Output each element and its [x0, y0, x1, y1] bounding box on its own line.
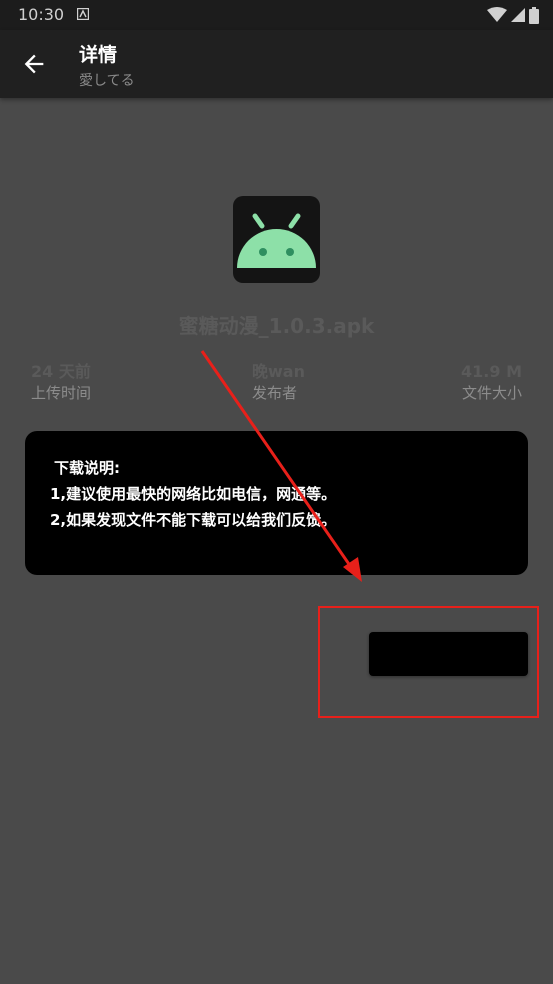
- status-bar: 10:30: [0, 0, 553, 30]
- publisher-value: 晚wan: [252, 362, 305, 381]
- notice-line-2: 2,如果发现文件不能下载可以给我们反馈。: [50, 511, 337, 529]
- info-upload-time: 24 天前 上传时间: [31, 362, 91, 404]
- notification-icon: [77, 8, 89, 20]
- upload-time-value: 24 天前: [31, 362, 91, 381]
- file-name: 蜜糖动漫_1.0.3.apk: [178, 314, 375, 338]
- notice-title: 下载说明:: [54, 459, 120, 477]
- info-file-size: 41.9 M 文件大小: [461, 362, 522, 404]
- file-size-label: 文件大小: [461, 384, 522, 402]
- annotation-highlight-box: [318, 606, 539, 718]
- upload-time-label: 上传时间: [31, 384, 92, 402]
- arrow-left-icon[interactable]: [20, 50, 48, 78]
- android-icon: [237, 213, 316, 268]
- publisher-label: 发布者: [252, 384, 298, 402]
- file-size-value: 41.9 M: [461, 362, 522, 381]
- status-icons: [487, 6, 539, 24]
- battery-icon: [529, 6, 539, 24]
- page-subtitle: 愛してる: [79, 73, 135, 89]
- wifi-icon: [487, 7, 507, 22]
- info-publisher: 晚wan 发布者: [252, 362, 305, 404]
- notice-line-1: 1,建议使用最快的网络比如电信，网通等。: [50, 485, 337, 503]
- app-bar: 详情 愛してる: [0, 30, 553, 98]
- download-notice-card: 下载说明: 1,建议使用最快的网络比如电信，网通等。 2,如果发现文件不能下载可…: [25, 431, 528, 575]
- page-title: 详情: [79, 44, 118, 66]
- status-time: 10:30: [18, 5, 65, 24]
- cellular-signal-icon: [511, 8, 525, 22]
- app-icon: [233, 196, 320, 283]
